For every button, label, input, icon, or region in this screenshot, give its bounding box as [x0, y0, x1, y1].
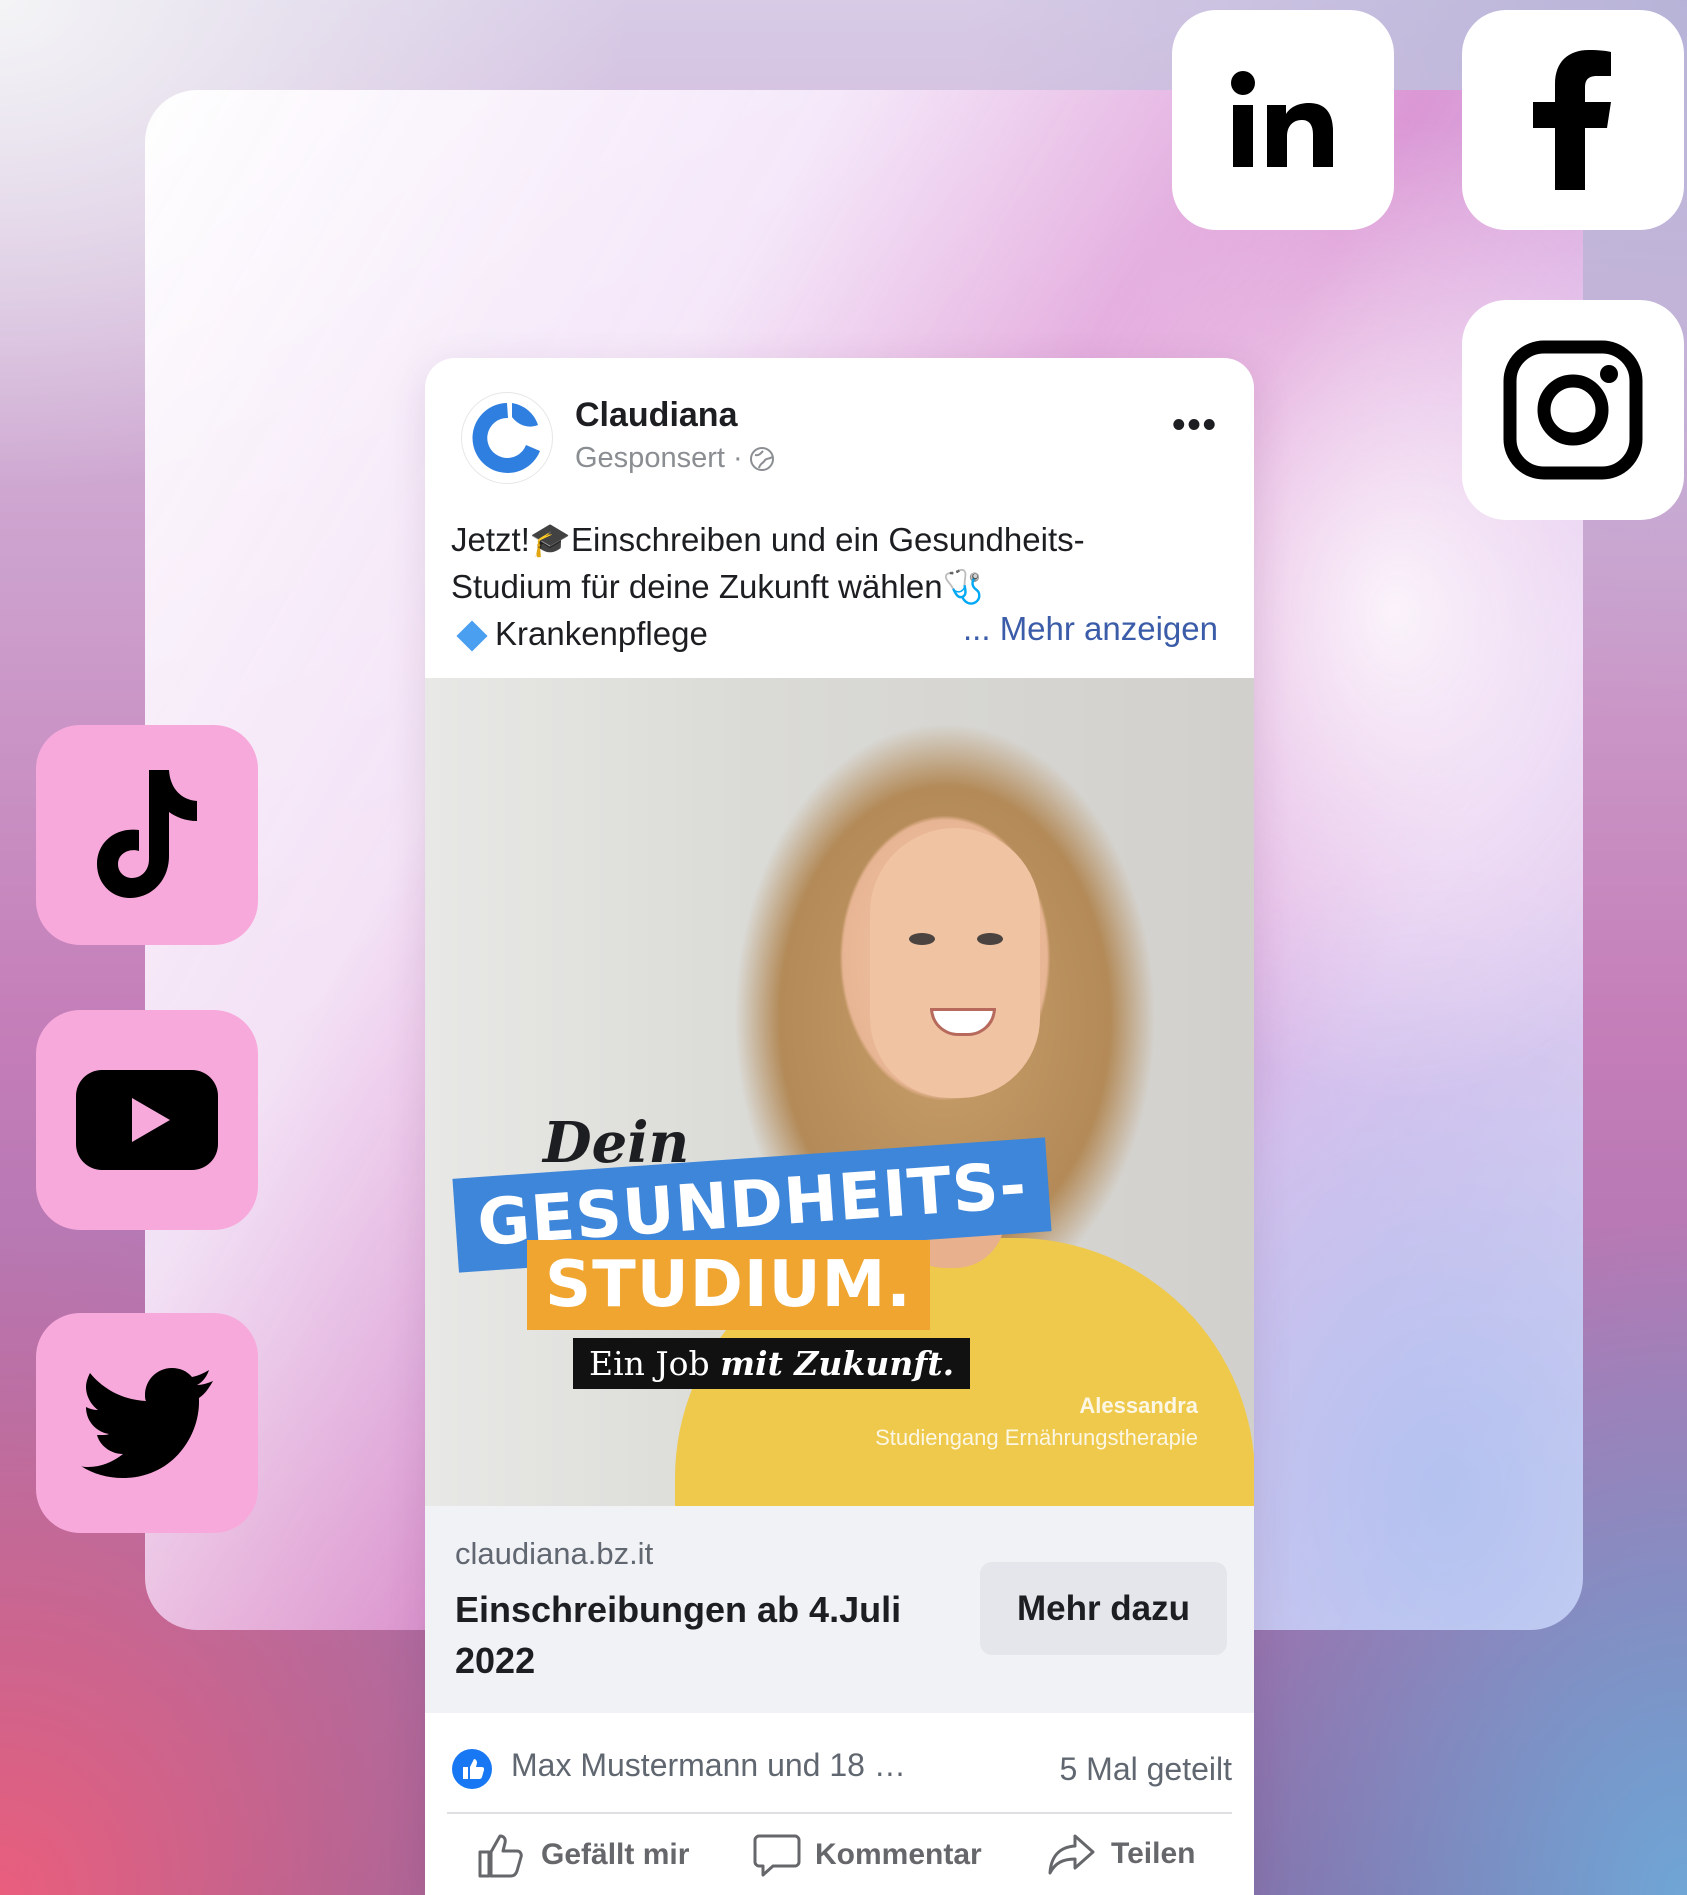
- claudiana-logo-icon: [472, 403, 540, 473]
- likes-summary[interactable]: Max Mustermann und 18 …: [511, 1747, 906, 1784]
- actions-divider: [447, 1812, 1232, 1814]
- ad-tagline-regular: Ein Job: [589, 1344, 721, 1383]
- like-reaction-icon: [452, 1749, 492, 1789]
- tiktok-icon: [97, 770, 197, 898]
- cta-domain: claudiana.bz.it: [455, 1536, 654, 1571]
- facebook-ad-card: Claudiana Gesponsert · ••• Jetzt!🎓Einsch…: [425, 358, 1254, 1895]
- like-button[interactable]: Gefällt mir: [477, 1832, 689, 1878]
- page-name[interactable]: Claudiana: [575, 396, 737, 435]
- twitter-tile[interactable]: [36, 1313, 258, 1533]
- post-text-line-2: Studium für deine Zukunft wählen🩺: [451, 568, 984, 605]
- shares-count[interactable]: 5 Mal geteilt: [1059, 1751, 1232, 1788]
- share-arrow-icon: [1048, 1834, 1095, 1875]
- instagram-tile[interactable]: [1462, 300, 1684, 520]
- facebook-tile[interactable]: [1462, 10, 1684, 230]
- ad-tagline-emphasis: mit Zukunft.: [720, 1344, 955, 1383]
- sponsored-label: Gesponsert ·: [575, 442, 775, 475]
- ad-image[interactable]: Dein GESUNDHEITS- STUDIUM. Ein Job mit Z…: [425, 678, 1254, 1506]
- sponsored-text: Gesponsert ·: [575, 442, 743, 474]
- post-text-line-1: Jetzt!🎓Einschreiben und ein Gesundheits-: [451, 521, 1085, 558]
- tiktok-tile[interactable]: [36, 725, 258, 945]
- youtube-tile[interactable]: [36, 1010, 258, 1230]
- ad-image-face: [870, 828, 1040, 1098]
- thumbs-up-icon: [478, 1834, 523, 1878]
- share-label: Teilen: [1111, 1837, 1196, 1870]
- comment-button[interactable]: Kommentar: [753, 1832, 982, 1878]
- like-label: Gefällt mir: [541, 1838, 690, 1871]
- facebook-icon: [1533, 50, 1611, 190]
- youtube-icon: [76, 1070, 218, 1170]
- cta-area[interactable]: claudiana.bz.it Einschreibungen ab 4.Jul…: [425, 1506, 1254, 1713]
- ad-image-eye-right: [977, 933, 1003, 945]
- ad-headline-band-studium: STUDIUM.: [527, 1240, 930, 1330]
- blue-diamond-icon: [456, 620, 488, 652]
- post-actions: Gefällt mir Kommentar Teilen: [425, 1818, 1254, 1895]
- globe-icon: [749, 446, 774, 471]
- ad-credit: Alessandra Studiengang Ernährungstherapi…: [875, 1390, 1198, 1454]
- mehr-dazu-button[interactable]: Mehr dazu: [980, 1562, 1227, 1655]
- page-avatar[interactable]: [461, 392, 553, 484]
- post-header: Claudiana Gesponsert · •••: [425, 358, 1254, 488]
- ad-image-eye-left: [909, 933, 935, 945]
- comment-icon: [753, 1834, 801, 1877]
- instagram-icon: [1503, 340, 1643, 480]
- share-button[interactable]: Teilen: [1047, 1832, 1195, 1876]
- see-more-link[interactable]: ... Mehr anzeigen: [963, 610, 1218, 648]
- post-text-krankenpflege: Krankenpflege: [495, 615, 708, 652]
- more-options-icon[interactable]: •••: [1172, 404, 1218, 447]
- reactions-bar: Max Mustermann und 18 … 5 Mal geteilt: [425, 1713, 1254, 1813]
- twitter-icon: [81, 1368, 213, 1478]
- cta-headline: Einschreibungen ab 4.Juli 2022: [455, 1589, 902, 1681]
- ad-credit-role: Studiengang Ernährungstherapie: [875, 1425, 1198, 1450]
- linkedin-icon: [1231, 71, 1333, 167]
- ad-tagline: Ein Job mit Zukunft.: [573, 1338, 971, 1389]
- ad-credit-name: Alessandra: [1079, 1393, 1198, 1418]
- linkedin-tile[interactable]: [1172, 10, 1394, 230]
- comment-label: Kommentar: [815, 1838, 982, 1871]
